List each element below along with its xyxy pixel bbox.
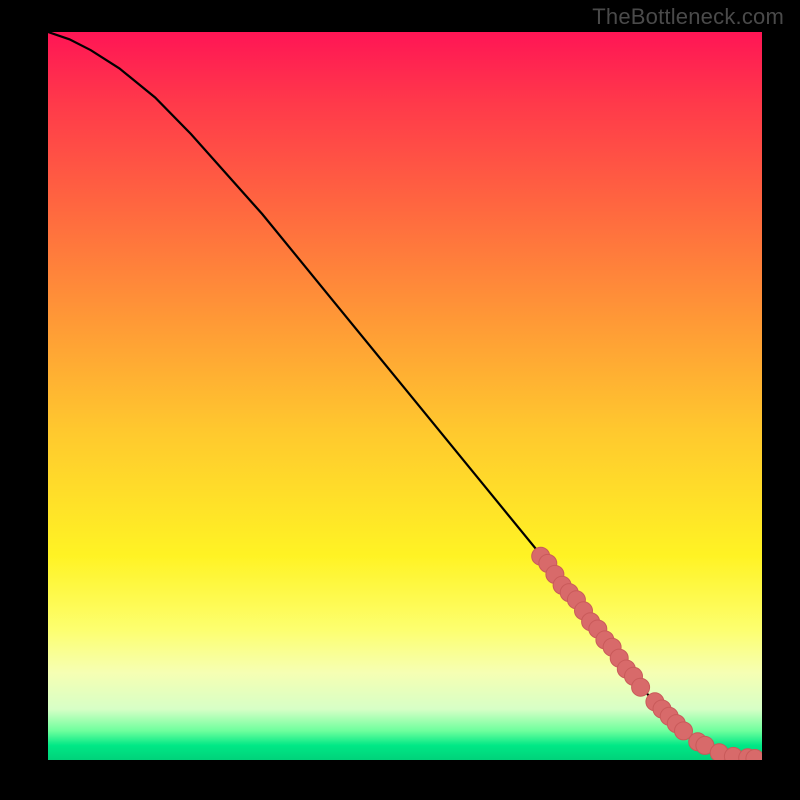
bottleneck-curve: [48, 32, 762, 759]
plot-area: [48, 32, 762, 760]
curve-svg: [48, 32, 762, 760]
highlight-dot: [632, 678, 650, 696]
highlight-dots-group: [532, 547, 762, 760]
watermark-text: TheBottleneck.com: [592, 4, 784, 30]
chart-frame: TheBottleneck.com: [0, 0, 800, 800]
